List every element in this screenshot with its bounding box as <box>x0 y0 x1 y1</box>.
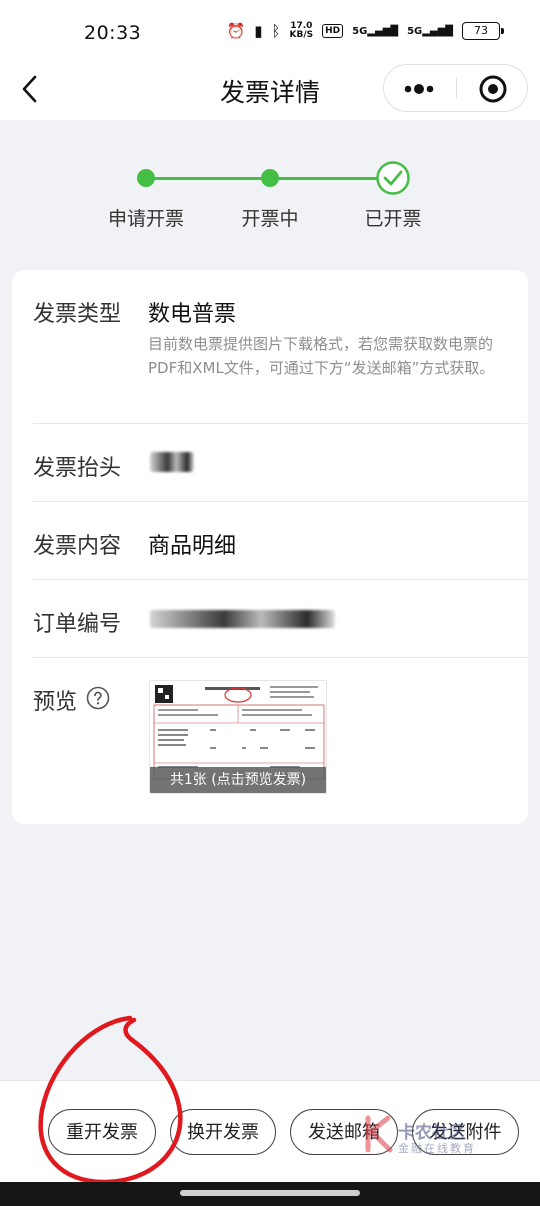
signal-icon: 5G▂▄▆█ <box>407 25 453 37</box>
step-dot <box>137 169 155 187</box>
signal-label: 5G <box>407 25 423 37</box>
reissue-invoice-button[interactable]: 重开发票 <box>48 1109 156 1155</box>
divider <box>33 579 527 580</box>
divider <box>33 657 527 658</box>
alarm-icon: ⏰ <box>226 22 246 40</box>
divider <box>33 501 527 502</box>
step-dot <box>261 169 279 187</box>
row-invoice-type: 发票类型 数电普票 目前数电票提供图片下载格式，若您需获取数电票的PDF和XML… <box>33 296 527 420</box>
order-number-label: 订单编号 <box>33 612 122 637</box>
invoice-progress: 申请开票 开票中 已开票 <box>0 120 540 250</box>
battery-icon: 73 <box>462 22 504 40</box>
invoice-type-label: 发票类型 <box>33 302 122 327</box>
invoice-title-label: 发票抬头 <box>33 456 122 481</box>
network-speed: 17.0 KB/S <box>290 22 314 40</box>
invoice-content-label: 发票内容 <box>33 534 122 559</box>
invoice-detail-card: 发票类型 数电普票 目前数电票提供图片下载格式，若您需获取数电票的PDF和XML… <box>12 270 528 824</box>
invoice-type-note: 目前数电票提供图片下载格式，若您需获取数电票的PDF和XML文件，可通过下方“发… <box>148 335 495 377</box>
back-button[interactable] <box>18 74 44 104</box>
more-button[interactable] <box>384 65 456 111</box>
chevron-left-icon <box>22 75 37 103</box>
progress-line <box>146 177 270 180</box>
home-indicator[interactable] <box>180 1190 360 1196</box>
progress-line <box>270 177 384 180</box>
row-order-number: 订单编号 <box>33 606 527 646</box>
check-circle-icon <box>376 161 410 195</box>
bottom-action-bar: 重开发票 换开发票 发送邮箱 发送附件 <box>0 1080 540 1182</box>
preview-label: 预览 <box>33 690 78 715</box>
status-bar: 20:33 ⏰ ▮ ᛒ 17.0 KB/S HD 5G▂▄▆█ 5G▂▄▆█ 7… <box>0 0 540 62</box>
more-dots-icon <box>404 84 434 94</box>
help-icon[interactable] <box>86 686 110 710</box>
redacted-title <box>150 452 194 472</box>
divider <box>33 423 527 424</box>
nav-bar: 发票详情 <box>0 62 540 120</box>
network-speed-unit: KB/S <box>289 30 314 40</box>
invoice-type-value: 数电普票 <box>148 302 237 327</box>
step-label-processing: 开票中 <box>241 208 299 230</box>
hd-icon: HD <box>322 24 344 38</box>
target-close-icon <box>479 75 507 103</box>
preview-caption: 共1张 (点击预览发票) <box>150 767 326 793</box>
row-invoice-content: 发票内容 商品明细 <box>33 528 527 568</box>
redacted-order-number <box>150 610 335 628</box>
signal-label: 5G <box>352 25 368 37</box>
close-button[interactable] <box>457 65 527 111</box>
invoice-content-value: 商品明细 <box>148 534 237 559</box>
send-attachment-button[interactable]: 发送附件 <box>412 1109 519 1155</box>
step-label-issued: 已开票 <box>364 208 422 230</box>
status-icons: ⏰ ▮ ᛒ 17.0 KB/S HD 5G▂▄▆█ 5G▂▄▆█ 73 <box>226 22 504 40</box>
signal-icon: 5G▂▄▆█ <box>352 25 399 37</box>
step-label-apply: 申请开票 <box>107 208 184 230</box>
status-time: 20:33 <box>84 22 142 44</box>
system-navigation-bar <box>0 1182 540 1206</box>
bluetooth-icon: ᛒ <box>271 22 281 40</box>
send-email-button[interactable]: 发送邮箱 <box>290 1109 398 1155</box>
invoice-preview-thumbnail[interactable]: 共1张 (点击预览发票) <box>149 680 327 794</box>
vibrate-icon: ▮ <box>254 22 263 40</box>
mini-program-capsule <box>383 64 528 112</box>
row-invoice-title: 发票抬头 <box>33 450 527 490</box>
exchange-invoice-button[interactable]: 换开发票 <box>170 1109 276 1155</box>
